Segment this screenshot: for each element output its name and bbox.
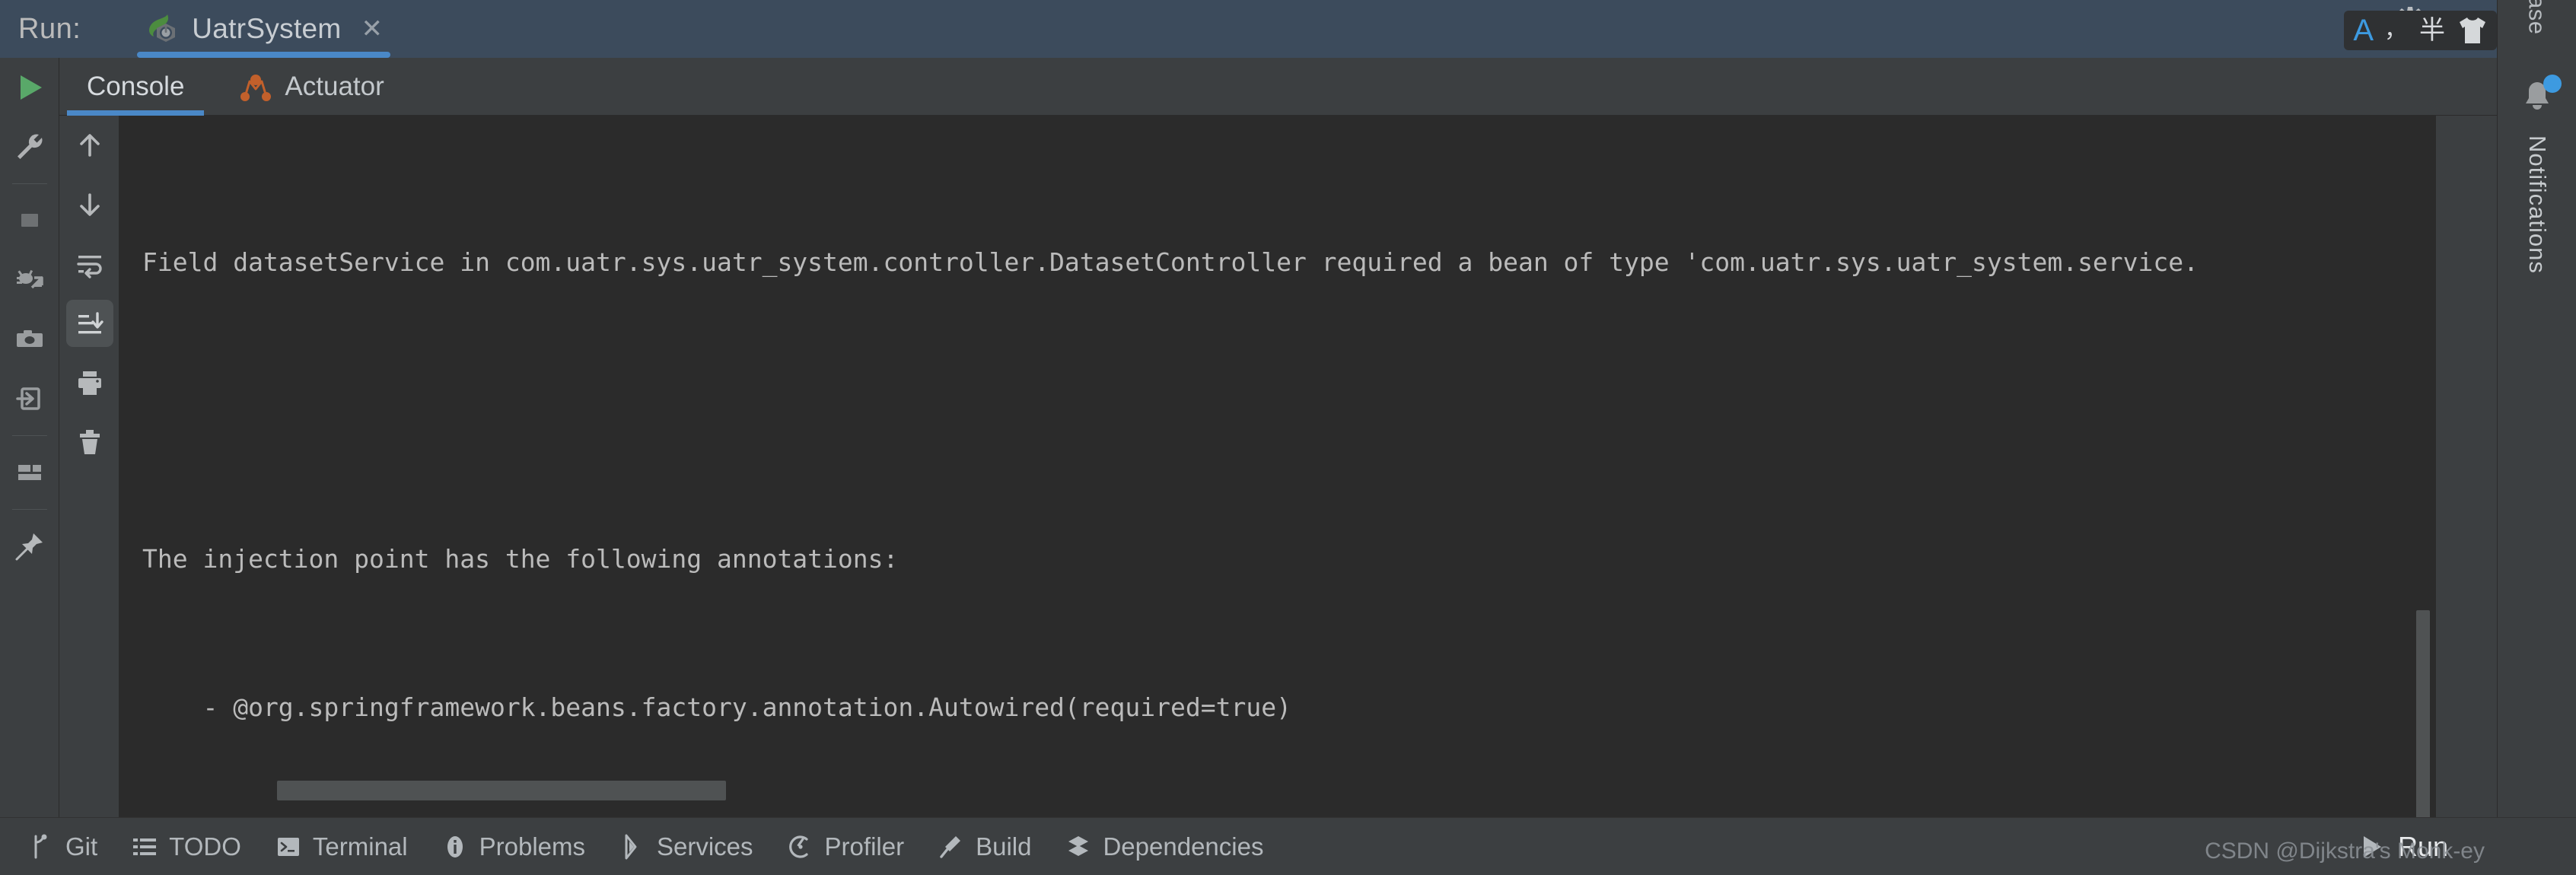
ime-mode-icon[interactable]: A <box>2353 15 2374 46</box>
profiler-icon <box>787 833 814 861</box>
tab-console-indicator <box>67 110 205 116</box>
sidebar-item-notifications-label: Notifications <box>2524 135 2551 274</box>
status-item-git[interactable]: Git <box>11 818 114 875</box>
tab-actuator-label: Actuator <box>285 71 384 101</box>
clear-all-button[interactable] <box>60 412 119 472</box>
toolbar-separator <box>11 509 47 510</box>
notification-badge <box>2543 75 2562 93</box>
status-item-profiler[interactable]: Profiler <box>770 818 922 875</box>
console-vertical-scrollbar[interactable] <box>2416 610 2430 817</box>
run-configuration-tab[interactable]: UatrSystem ✕ <box>137 0 391 58</box>
build-hammer-icon <box>938 833 965 861</box>
attach-debugger-button[interactable] <box>0 250 59 310</box>
console-line: Field datasetService in com.uatr.sys.uat… <box>142 247 2199 277</box>
up-the-stack-trace-button[interactable] <box>60 116 119 175</box>
soft-wrap-button[interactable] <box>60 234 119 294</box>
down-the-stack-trace-button[interactable] <box>60 175 119 234</box>
ime-punctuation-icon[interactable]: ， <box>2384 19 2409 42</box>
run-label: Run: <box>18 12 81 45</box>
status-item-build-label: Build <box>976 832 1032 861</box>
right-tool-stripe: ase Notifications <box>2497 0 2576 817</box>
status-item-build[interactable]: Build <box>921 818 1048 875</box>
actuator-icon <box>239 71 272 103</box>
tab-console-label: Console <box>87 71 185 101</box>
rerun-button[interactable] <box>0 58 59 117</box>
status-item-profiler-label: Profiler <box>824 832 905 861</box>
console-tabstrip: Console Actuator <box>59 58 2552 116</box>
sidebar-item-notifications[interactable]: Notifications <box>2498 75 2576 274</box>
camera-button[interactable] <box>0 310 59 369</box>
status-item-services-label: Services <box>657 832 753 861</box>
console-text: Field datasetService in com.uatr.sys.uat… <box>119 116 2199 817</box>
status-item-dependencies[interactable]: Dependencies <box>1048 818 1280 875</box>
print-button[interactable] <box>60 353 119 412</box>
console-horizontal-scrollbar[interactable] <box>277 781 726 800</box>
git-branch-icon <box>27 833 55 861</box>
bell-icon <box>2516 75 2562 119</box>
status-bar: Git TODO Terminal Problems Services Prof… <box>0 817 2576 875</box>
sidebar-item-database-label[interactable]: ase <box>2523 0 2551 34</box>
status-item-dependencies-label: Dependencies <box>1103 832 1264 861</box>
idea-run-window: Run: UatrSystem ✕ Console Actuator Field… <box>0 0 2576 875</box>
status-item-terminal-label: Terminal <box>312 832 408 861</box>
console-output-panel[interactable]: Field datasetService in com.uatr.sys.uat… <box>119 116 2436 817</box>
ime-width-mode-icon[interactable]: 半 <box>2419 18 2445 43</box>
status-item-todo[interactable]: TODO <box>114 818 258 875</box>
edit-configurations-button[interactable] <box>0 117 59 177</box>
dependencies-icon <box>1065 833 1092 861</box>
shirt-icon[interactable] <box>2456 15 2489 46</box>
status-item-problems[interactable]: Problems <box>425 818 602 875</box>
run-tool-window-header: Run: UatrSystem ✕ <box>0 0 2576 58</box>
status-item-git-label: Git <box>65 832 98 861</box>
export-button[interactable] <box>0 369 59 428</box>
status-item-todo-label: TODO <box>169 832 241 861</box>
scroll-to-end-button[interactable] <box>60 294 119 353</box>
run-actions-toolbar <box>0 58 59 817</box>
services-icon <box>619 833 646 861</box>
status-item-problems-label: Problems <box>479 832 585 861</box>
toolbar-separator <box>11 183 47 184</box>
status-item-services[interactable]: Services <box>602 818 770 875</box>
spring-boot-icon <box>145 11 180 46</box>
todo-list-icon <box>131 833 158 861</box>
ime-status-overlay[interactable]: A ， 半 <box>2344 11 2497 50</box>
pin-tab-button[interactable] <box>0 517 59 576</box>
problems-icon <box>441 833 469 861</box>
toolbar-separator <box>11 435 47 436</box>
terminal-icon <box>275 833 302 861</box>
console-line: - @org.springframework.beans.factory.ann… <box>142 692 1291 722</box>
close-icon[interactable]: ✕ <box>361 16 384 42</box>
tab-actuator[interactable]: Actuator <box>212 58 411 116</box>
console-line: The injection point has the following an… <box>142 544 899 574</box>
stop-button[interactable] <box>0 191 59 250</box>
layout-button[interactable] <box>0 443 59 502</box>
status-item-terminal[interactable]: Terminal <box>258 818 425 875</box>
watermark: CSDN @Dijkstra's Monk-ey <box>2205 838 2485 864</box>
tab-console[interactable]: Console <box>59 58 212 116</box>
run-tab-title: UatrSystem <box>192 13 342 44</box>
console-actions-toolbar <box>60 116 119 817</box>
